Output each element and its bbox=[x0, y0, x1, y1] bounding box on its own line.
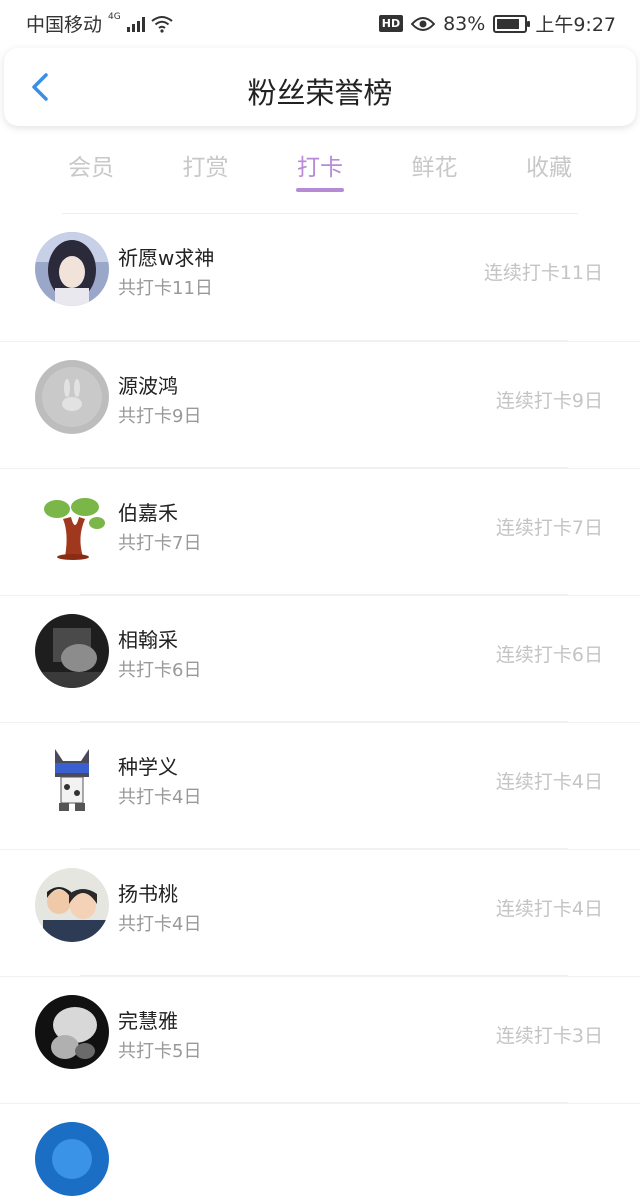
user-name: 扬书桃 bbox=[118, 882, 178, 906]
avatar bbox=[35, 614, 109, 688]
couple-photo-avatar bbox=[35, 868, 109, 942]
signal-icon bbox=[126, 16, 145, 32]
status-left: 中国移动 4G bbox=[26, 10, 173, 37]
tab-reward[interactable]: 打赏 bbox=[149, 140, 263, 194]
total-checkin: 共打卡9日 bbox=[118, 406, 202, 427]
total-checkin: 共打卡11日 bbox=[118, 278, 213, 299]
bw-photo-avatar bbox=[35, 995, 109, 1069]
list-item[interactable]: 祈愿w求神 共打卡11日 连续打卡11日 bbox=[0, 214, 640, 341]
avatar bbox=[35, 995, 109, 1069]
user-name: 种学义 bbox=[118, 755, 178, 779]
user-name: 完慧雅 bbox=[118, 1009, 178, 1033]
streak-checkin: 连续打卡6日 bbox=[495, 644, 603, 666]
hd-icon: HD bbox=[378, 15, 404, 32]
list-item[interactable]: 种学义 共打卡4日 连续打卡4日 bbox=[0, 722, 640, 849]
cartoon-character-avatar bbox=[35, 741, 109, 815]
tab-member[interactable]: 会员 bbox=[34, 140, 148, 194]
battery-icon bbox=[493, 14, 531, 33]
streak-checkin: 连续打卡7日 bbox=[495, 517, 603, 539]
eye-icon bbox=[411, 16, 436, 31]
total-checkin: 共打卡4日 bbox=[118, 787, 202, 808]
blue-avatar bbox=[35, 1122, 109, 1196]
avatar bbox=[35, 741, 109, 815]
streak-checkin: 连续打卡4日 bbox=[495, 771, 603, 793]
list-item[interactable]: 相翰采 共打卡6日 连续打卡6日 bbox=[0, 595, 640, 722]
avatar bbox=[35, 868, 109, 942]
streak-checkin: 连续打卡4日 bbox=[495, 898, 603, 920]
user-name: 相翰采 bbox=[118, 628, 178, 652]
list-item[interactable] bbox=[0, 1103, 640, 1196]
avatar bbox=[35, 1122, 109, 1196]
total-checkin: 共打卡7日 bbox=[118, 533, 202, 554]
user-name: 伯嘉禾 bbox=[118, 501, 178, 525]
dark-photo-avatar bbox=[35, 614, 109, 688]
anime-girl-avatar bbox=[35, 232, 109, 306]
clock: 上午9:27 bbox=[535, 14, 616, 36]
tree-avatar bbox=[35, 487, 109, 561]
list-item[interactable]: 完慧雅 共打卡5日 连续打卡3日 bbox=[0, 976, 640, 1103]
streak-checkin: 连续打卡11日 bbox=[483, 262, 603, 284]
list-item[interactable]: 源波鸿 共打卡9日 连续打卡9日 bbox=[0, 341, 640, 468]
tab-checkin[interactable]: 打卡 bbox=[263, 140, 377, 194]
total-checkin: 共打卡6日 bbox=[118, 660, 202, 681]
tab-bar: 会员 打赏 打卡 鲜花 收藏 bbox=[34, 140, 606, 194]
total-checkin: 共打卡5日 bbox=[118, 1041, 202, 1062]
list-item[interactable]: 伯嘉禾 共打卡7日 连续打卡7日 bbox=[0, 468, 640, 595]
user-name: 源波鸿 bbox=[118, 374, 178, 398]
streak-checkin: 连续打卡9日 bbox=[495, 390, 603, 412]
avatar bbox=[35, 360, 109, 434]
status-right: HD 83% 上午9:27 bbox=[378, 10, 616, 37]
ranking-list: 祈愿w求神 共打卡11日 连续打卡11日 源波鸿 共打卡9日 连续打卡9日 伯嘉… bbox=[0, 214, 640, 1196]
status-bar: 中国移动 4G HD 83% 上午9:27 bbox=[0, 0, 640, 44]
carrier-name: 中国移动 bbox=[26, 14, 103, 36]
battery-percent: 83% bbox=[443, 12, 486, 35]
page-title: 粉丝荣誉榜 bbox=[247, 76, 393, 110]
network-type: 4G bbox=[108, 11, 121, 22]
avatar bbox=[35, 232, 109, 306]
list-item[interactable]: 扬书桃 共打卡4日 连续打卡4日 bbox=[0, 849, 640, 976]
tab-flower[interactable]: 鲜花 bbox=[378, 140, 492, 194]
user-name: 祈愿w求神 bbox=[118, 246, 215, 270]
total-checkin: 共打卡4日 bbox=[118, 914, 202, 935]
streak-checkin: 连续打卡3日 bbox=[495, 1025, 603, 1047]
nav-header: 粉丝荣誉榜 bbox=[4, 48, 636, 126]
tab-favorite[interactable]: 收藏 bbox=[492, 140, 606, 194]
wifi-icon bbox=[151, 15, 173, 33]
gray-rabbit-avatar bbox=[35, 360, 109, 434]
avatar bbox=[35, 487, 109, 561]
